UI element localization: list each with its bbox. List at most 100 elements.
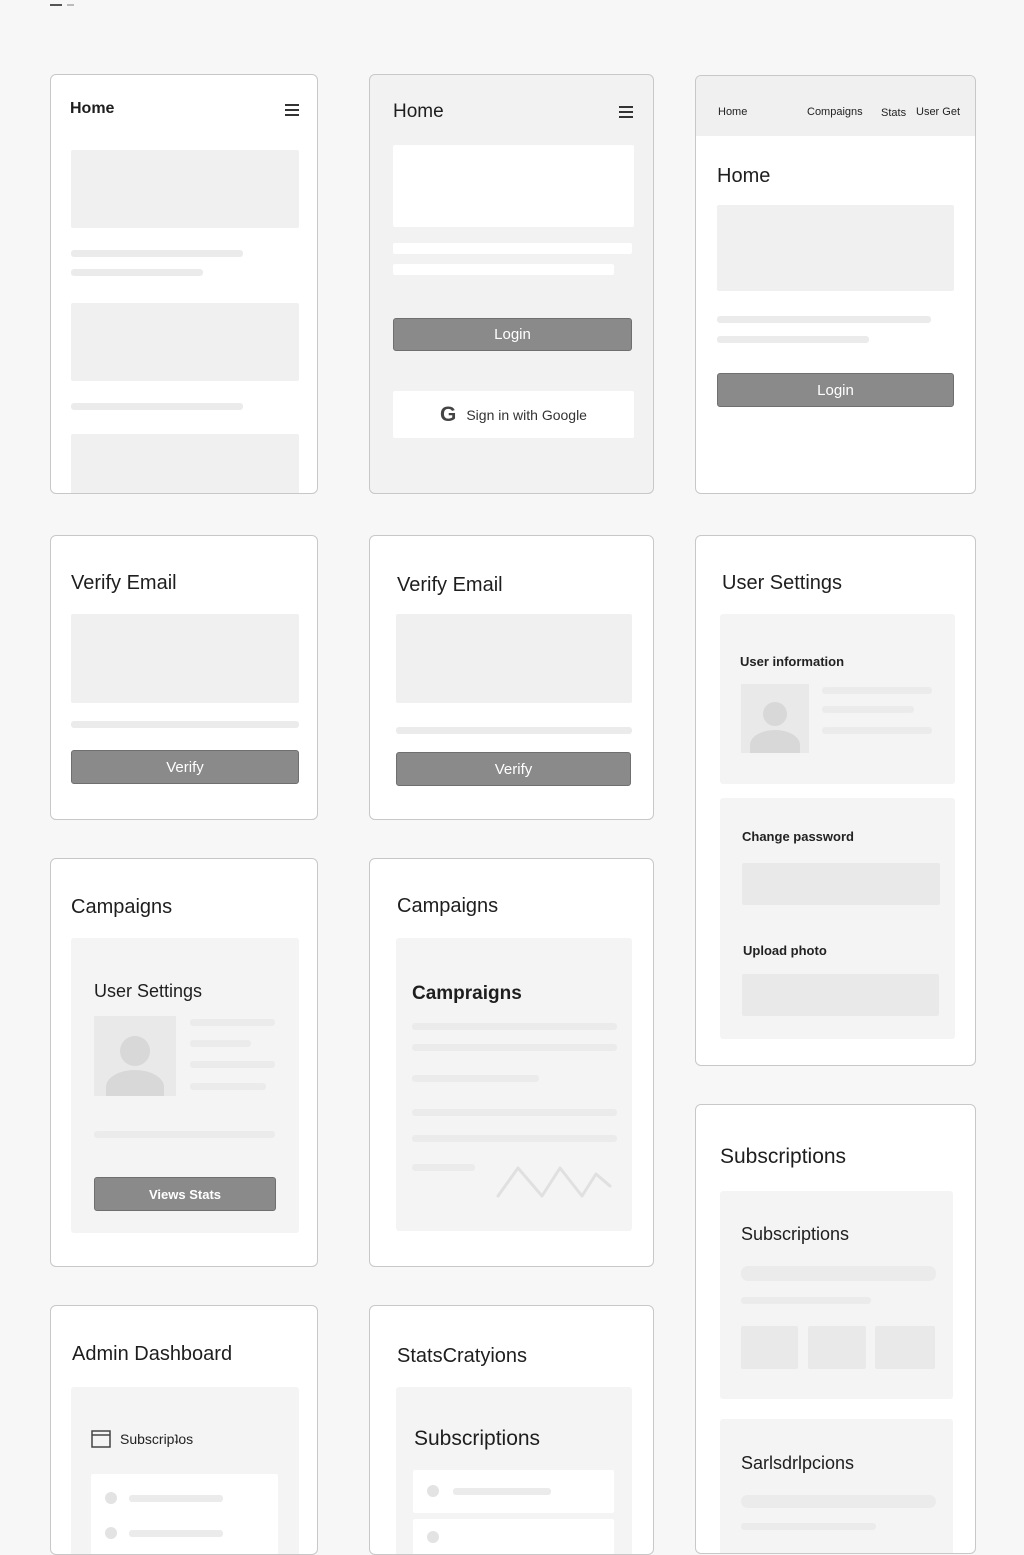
plan-tile[interactable]: [741, 1326, 798, 1369]
panel-title: Subscriptions: [414, 1427, 541, 1450]
text-placeholder: [190, 1083, 266, 1090]
text-placeholder: [412, 1135, 617, 1142]
window-icon: [91, 1430, 111, 1448]
panel-title: Sarlsdrlpcions: [741, 1453, 855, 1473]
password-input[interactable]: [742, 863, 940, 905]
plan-tile[interactable]: [875, 1326, 935, 1369]
page-title: Admin Dashboard: [72, 1343, 233, 1365]
login-button[interactable]: Login: [393, 318, 632, 351]
text-placeholder: [129, 1495, 223, 1502]
text-placeholder: [717, 316, 931, 323]
campaigns-panel: Campraigns: [396, 938, 632, 1231]
text-placeholder: [453, 1488, 551, 1495]
list-bullet: [105, 1492, 117, 1504]
page-title: Home: [70, 100, 115, 117]
text-placeholder: [396, 727, 632, 734]
user-avatar-icon: [741, 684, 809, 753]
text-placeholder: [741, 1495, 936, 1508]
text-placeholder: [71, 721, 299, 728]
campaigns-card: Campaigns User Settings Views Stats: [50, 858, 318, 1267]
text-placeholder: [822, 687, 932, 694]
list-row: [413, 1470, 614, 1513]
content-placeholder: [71, 614, 299, 703]
password-panel: Change password Upload photo: [720, 798, 955, 1039]
login-button[interactable]: Login: [717, 373, 954, 407]
login-mobile-card: Home Login G Sign in with Google: [369, 74, 654, 494]
nav-item-campaigns[interactable]: Compaigns: [807, 106, 863, 118]
user-info-panel: User information: [720, 614, 955, 784]
subscriptions-menu-item[interactable]: Subscripʇos: [120, 1431, 193, 1447]
user-settings-card: User Settings User information Change pa…: [695, 535, 976, 1066]
page-title: Verify Email: [397, 574, 503, 596]
text-placeholder: [412, 1023, 617, 1030]
subscriptions-panel: Subscriptions: [720, 1191, 953, 1399]
verify-email-card: Verify Email Verify: [50, 535, 318, 820]
text-placeholder: [94, 1131, 275, 1138]
page-title: StatsCratyions: [397, 1345, 528, 1367]
user-settings-panel: User Settings Views Stats: [71, 938, 299, 1233]
text-placeholder: [393, 243, 632, 254]
google-g-icon: G: [440, 403, 457, 426]
page-title: Campaigns: [71, 896, 173, 918]
plan-tile[interactable]: [808, 1326, 866, 1369]
stats-panel: Subscriptions: [396, 1387, 632, 1554]
verify-button[interactable]: Verify: [396, 752, 631, 786]
text-placeholder: [71, 269, 203, 276]
home-mobile-card: Home: [50, 74, 318, 494]
content-placeholder: [396, 614, 632, 703]
list-box: [91, 1474, 278, 1554]
text-placeholder: [412, 1164, 475, 1171]
hamburger-menu-icon[interactable]: [619, 106, 633, 118]
verify-button[interactable]: Verify: [71, 750, 299, 784]
verify-email-card: Verify Email Verify: [369, 535, 654, 820]
google-signin-label: Sign in with Google: [466, 406, 587, 423]
view-stats-button[interactable]: Views Stats: [94, 1177, 276, 1211]
text-placeholder: [741, 1266, 936, 1281]
admin-dashboard-card: Admin Dashboard Subscripʇos: [50, 1305, 318, 1555]
subscriptions-panel-2: Sarlsdrlpcions: [720, 1419, 953, 1553]
page-title: Campaigns: [397, 895, 499, 917]
text-placeholder: [717, 336, 869, 343]
text-placeholder: [741, 1523, 876, 1530]
nav-item-user[interactable]: User Get: [916, 106, 960, 118]
list-row: [413, 1519, 614, 1554]
panel-title: Campraigns: [412, 983, 522, 1004]
list-bullet: [105, 1527, 117, 1539]
text-placeholder: [412, 1109, 617, 1116]
page-title: Subscriptions: [720, 1145, 847, 1168]
page-title: Home: [717, 165, 771, 187]
google-signin-button[interactable]: G Sign in with Google: [393, 391, 634, 438]
text-placeholder: [190, 1019, 275, 1026]
upload-photo-input[interactable]: [742, 974, 939, 1016]
content-placeholder: [71, 150, 299, 228]
text-placeholder: [393, 264, 614, 275]
stats-card: StatsCratyions Subscriptions: [369, 1305, 654, 1555]
hamburger-menu-icon[interactable]: [285, 104, 299, 116]
text-placeholder: [412, 1044, 617, 1051]
nav-item-stats[interactable]: Stats: [881, 107, 906, 119]
subscriptions-card: Subscriptions Subscriptions Sarlsdrlpcio…: [695, 1104, 976, 1554]
list-bullet: [427, 1485, 439, 1497]
text-placeholder: [71, 403, 243, 410]
admin-panel: Subscripʇos: [71, 1387, 299, 1554]
user-info-label: User information: [740, 654, 845, 669]
text-placeholder: [71, 250, 243, 257]
content-placeholder: [71, 303, 299, 381]
image-placeholder: [717, 205, 954, 291]
corner-mark: [50, 4, 62, 6]
login-desktop-card: Home Compaigns Stats User Get Home Login: [695, 75, 976, 494]
list-bullet: [427, 1531, 439, 1543]
image-placeholder: [393, 145, 634, 227]
page-title: User Settings: [722, 572, 843, 594]
text-placeholder: [190, 1061, 275, 1068]
zigzag-chart-icon: [496, 1166, 612, 1198]
campaigns-list-card: Campaigns Campraigns: [369, 858, 654, 1267]
text-placeholder: [741, 1297, 871, 1304]
text-placeholder: [412, 1075, 539, 1082]
change-password-label: Change password: [742, 829, 854, 844]
page-title: Home: [393, 101, 444, 122]
text-placeholder: [822, 727, 932, 734]
nav-item-home[interactable]: Home: [718, 106, 747, 118]
panel-title: User Settings: [94, 981, 203, 1001]
upload-photo-label: Upload photo: [743, 943, 827, 958]
